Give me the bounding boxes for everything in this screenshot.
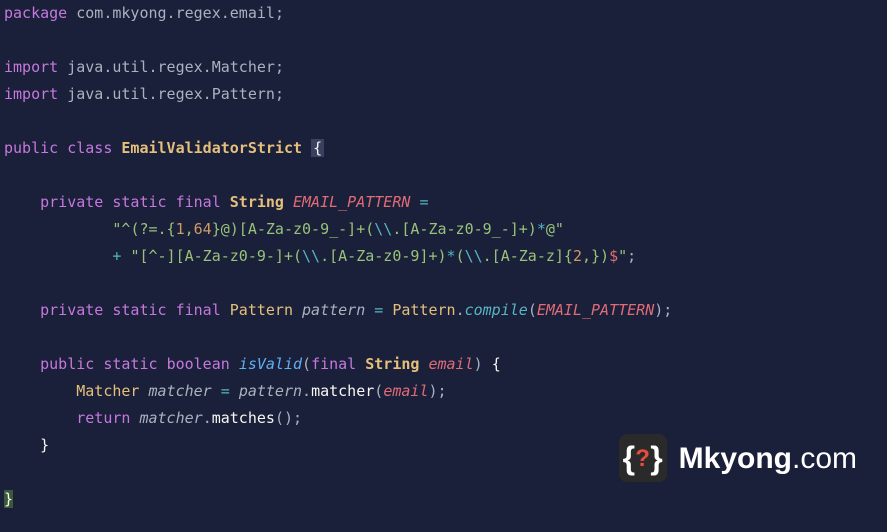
- code-line: import java.util.regex.Pattern;: [4, 81, 887, 108]
- mkyong-logo-icon: ?: [619, 434, 667, 482]
- code-line: }: [4, 486, 887, 513]
- watermark-text: Mkyong.com: [679, 445, 857, 472]
- watermark: ? Mkyong.com: [619, 434, 857, 482]
- code-line: [4, 162, 887, 189]
- code-line: Matcher matcher = pattern.matcher(email)…: [4, 378, 887, 405]
- code-line: [4, 324, 887, 351]
- code-line: public static boolean isValid(final Stri…: [4, 351, 887, 378]
- code-line: public class EmailValidatorStrict {: [4, 135, 887, 162]
- code-line: return matcher.matches();: [4, 405, 887, 432]
- code-line: private static final Pattern pattern = P…: [4, 297, 887, 324]
- code-line: [4, 27, 887, 54]
- code-line: [4, 270, 887, 297]
- code-line: import java.util.regex.Matcher;: [4, 54, 887, 81]
- code-line: + "[^-][A-Za-z0-9-]+(\\.[A-Za-z0-9]+)*(\…: [4, 243, 887, 270]
- code-line: private static final String EMAIL_PATTER…: [4, 189, 887, 216]
- code-line: "^(?=.{1,64}@)[A-Za-z0-9_-]+(\\.[A-Za-z0…: [4, 216, 887, 243]
- code-line: package com.mkyong.regex.email;: [4, 0, 887, 27]
- code-line: [4, 108, 887, 135]
